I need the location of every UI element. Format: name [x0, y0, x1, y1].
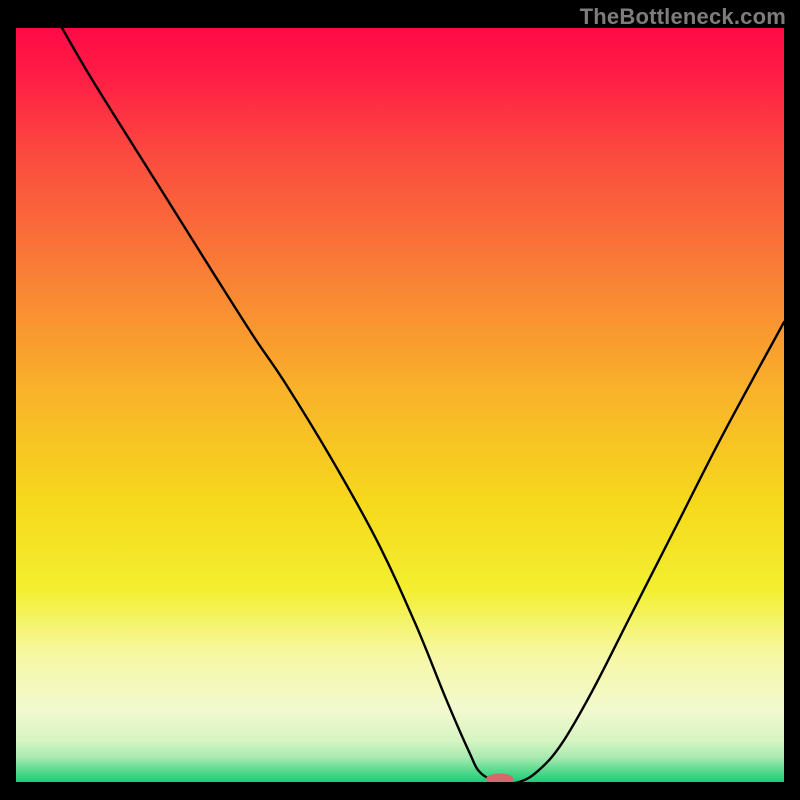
bottleneck-chart [16, 28, 784, 782]
watermark-text: TheBottleneck.com [580, 4, 786, 30]
plot-area [16, 28, 784, 782]
chart-frame: TheBottleneck.com [0, 0, 800, 800]
